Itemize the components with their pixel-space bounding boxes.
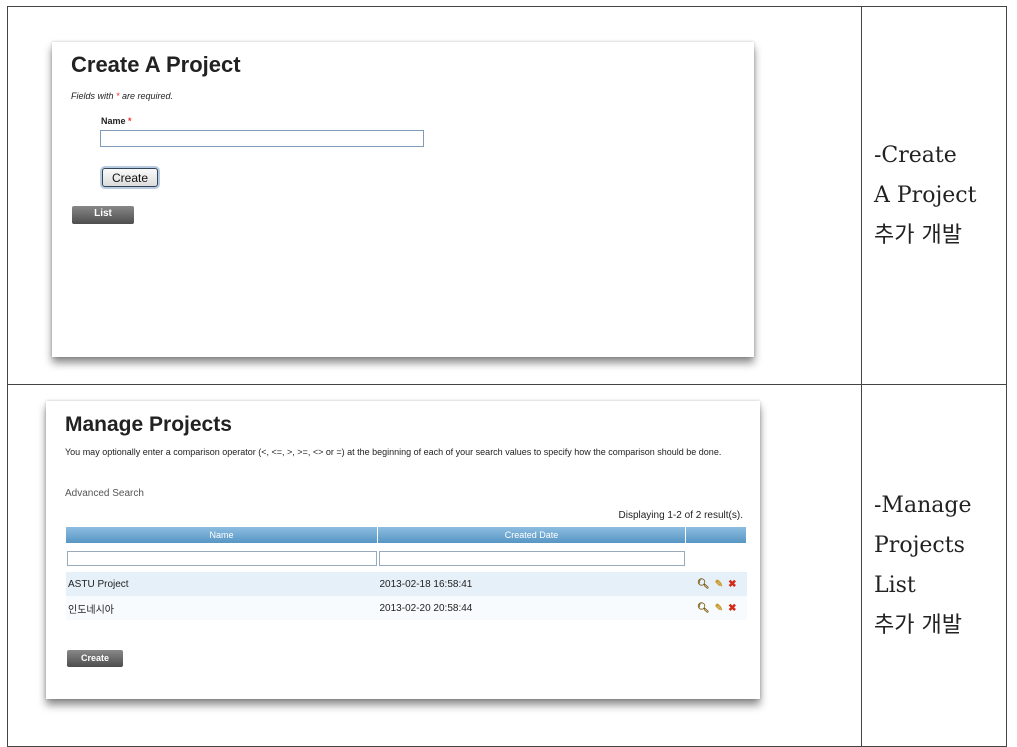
- created-date-cell: 2013-02-20 20:58:44: [377, 596, 686, 620]
- name-filter-input[interactable]: [67, 550, 377, 566]
- desc-line: A Project: [874, 182, 977, 208]
- page-title: Create A Project: [71, 52, 241, 77]
- desc-line: 추가 개발: [874, 612, 962, 638]
- project-name-cell: ASTU Project: [66, 572, 378, 596]
- row-actions: 🔍︎ ✎ ✖: [685, 572, 747, 596]
- view-icon[interactable]: 🔍︎: [697, 579, 710, 590]
- name-label: Name *: [101, 116, 132, 126]
- delete-icon[interactable]: ✖: [728, 603, 736, 614]
- projects-grid: Name Created Date ASTU Project 2013-02-1…: [66, 527, 747, 620]
- required-note: Fields with * are required.: [71, 91, 174, 101]
- description-cell-create: -Create A Project 추가 개발: [861, 6, 1007, 385]
- name-field[interactable]: [100, 130, 424, 147]
- desc-line: -Manage: [874, 492, 972, 518]
- screenshot-cell-manage: Manage Projects You may optionally enter…: [7, 384, 862, 747]
- table-row: 인도네시아 2013-02-20 20:58:44 🔍︎ ✎ ✖: [66, 596, 747, 620]
- create-button[interactable]: Create: [67, 650, 123, 667]
- table-row: ASTU Project 2013-02-18 16:58:41 🔍︎ ✎ ✖: [66, 572, 747, 596]
- delete-icon[interactable]: ✖: [728, 579, 736, 590]
- edit-icon[interactable]: ✎: [715, 603, 723, 614]
- manage-projects-panel: Manage Projects You may optionally enter…: [46, 401, 760, 699]
- project-name-cell: 인도네시아: [66, 596, 378, 620]
- desc-line: List: [874, 572, 916, 598]
- desc-line: -Create: [874, 142, 957, 168]
- results-summary: Displaying 1-2 of 2 result(s).: [618, 510, 744, 521]
- created-date-cell: 2013-02-18 16:58:41: [377, 572, 686, 596]
- created-date-filter-input[interactable]: [378, 550, 685, 566]
- advanced-search-link[interactable]: Advanced Search: [65, 488, 144, 499]
- edit-icon[interactable]: ✎: [715, 579, 723, 590]
- description-cell-manage: -Manage Projects List 추가 개발: [861, 384, 1007, 747]
- page-title: Manage Projects: [65, 413, 232, 436]
- column-header-name[interactable]: Name: [66, 527, 378, 543]
- column-header-actions: [685, 527, 747, 543]
- list-button[interactable]: List: [72, 206, 134, 224]
- screenshot-cell-create: Create A Project Fields with * are requi…: [7, 6, 862, 385]
- create-button[interactable]: Create: [102, 168, 158, 187]
- document-table: Create A Project Fields with * are requi…: [7, 6, 1007, 747]
- desc-line: 추가 개발: [874, 222, 962, 248]
- desc-line: Projects: [874, 532, 965, 558]
- create-project-panel: Create A Project Fields with * are requi…: [52, 42, 754, 357]
- row-actions: 🔍︎ ✎ ✖: [685, 596, 747, 620]
- view-icon[interactable]: 🔍︎: [697, 603, 710, 614]
- help-text: You may optionally enter a comparison op…: [65, 447, 722, 457]
- column-header-created-date[interactable]: Created Date: [377, 527, 686, 543]
